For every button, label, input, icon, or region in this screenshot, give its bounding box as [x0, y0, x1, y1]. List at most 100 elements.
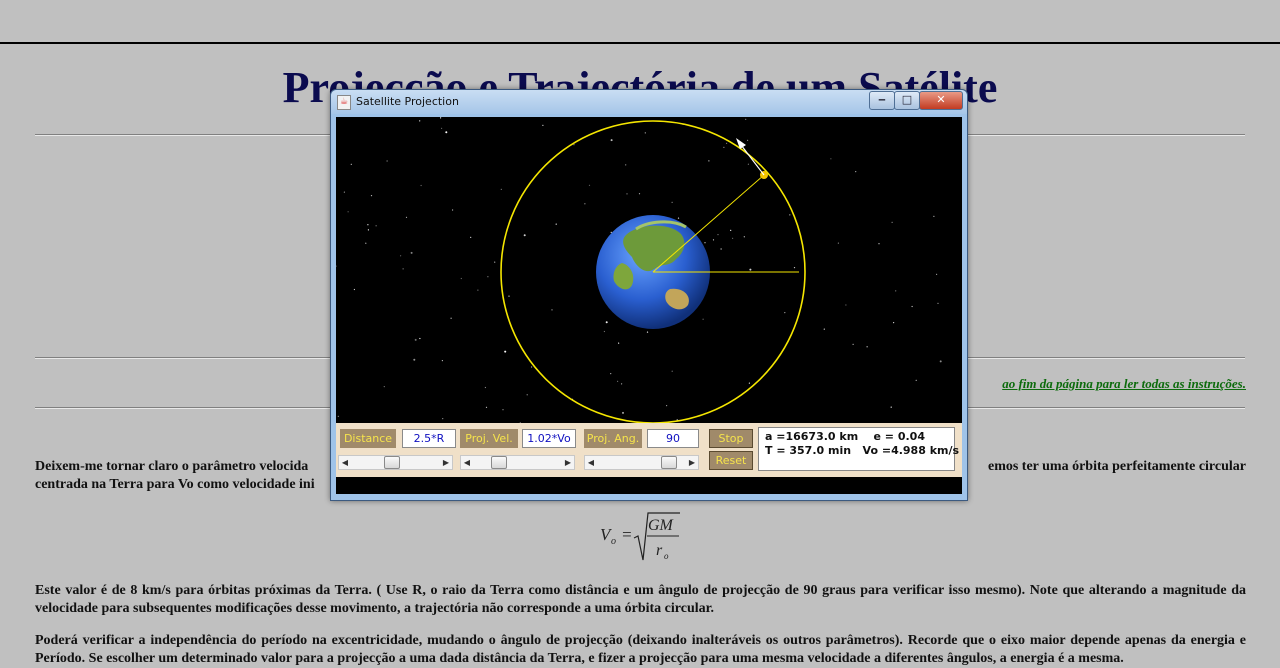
top-rule [0, 42, 1280, 44]
minimize-button[interactable]: ‒ [869, 91, 895, 110]
velocity-slider-thumb[interactable] [491, 456, 508, 469]
star [551, 309, 553, 311]
star [405, 216, 408, 218]
maximize-icon: □ [901, 93, 913, 106]
star [584, 203, 586, 205]
star [891, 221, 893, 223]
star [939, 360, 942, 363]
star [470, 236, 472, 238]
angle-slider-thumb[interactable] [661, 456, 678, 469]
angle-value[interactable]: 90 [647, 429, 699, 448]
orbit-info-box: a =16673.0 km e = 0.04 T = 357.0 min Vo … [758, 427, 960, 471]
star [445, 131, 448, 134]
star [745, 118, 747, 120]
star [890, 406, 892, 408]
maximize-button[interactable]: □ [894, 91, 920, 110]
star [677, 217, 680, 219]
star [617, 380, 619, 382]
star [878, 243, 880, 245]
star [419, 337, 421, 340]
star [622, 411, 624, 414]
star [855, 171, 857, 173]
star [644, 132, 646, 134]
star [621, 383, 623, 385]
simulation-canvas[interactable] [336, 117, 962, 423]
reset-button[interactable]: Reset [709, 451, 753, 470]
star [414, 338, 417, 341]
star [743, 236, 745, 238]
instructions-link[interactable]: ao fim da página para ler todas as instr… [1002, 376, 1246, 392]
star [526, 394, 528, 396]
star [413, 358, 416, 361]
formula-lhs-sub: o [611, 536, 616, 547]
scroll-left-icon[interactable]: ◀ [585, 456, 597, 469]
star [937, 302, 939, 304]
star [789, 214, 791, 216]
distance-value[interactable]: 2.5*R [402, 429, 456, 448]
star [911, 305, 913, 308]
scroll-right-icon[interactable]: ▶ [562, 456, 574, 469]
star [702, 318, 704, 320]
star [383, 386, 385, 388]
star [605, 321, 608, 324]
paragraph-intro-left: Deixem-me tornar claro o parâmetro veloc… [35, 459, 309, 474]
star [704, 242, 706, 244]
star [441, 127, 443, 129]
star [419, 120, 421, 122]
star [502, 409, 504, 411]
orbit-info-line2: T = 357.0 min Vo =4.988 km/s [765, 444, 960, 457]
star [504, 350, 507, 353]
angle-slider[interactable]: ◀ ▶ [584, 455, 699, 470]
scroll-right-icon[interactable]: ▶ [440, 456, 452, 469]
star [450, 317, 452, 319]
star [610, 373, 612, 375]
window-title: Satellite Projection [356, 95, 459, 108]
formula-equals: = [621, 525, 632, 544]
star [625, 164, 627, 166]
formula-den-sub: o [664, 551, 669, 561]
velocity-label: Proj. Vel. [460, 429, 518, 448]
star [337, 415, 339, 417]
star [523, 234, 526, 237]
star [747, 163, 749, 165]
star [626, 193, 628, 195]
star [866, 346, 868, 348]
scroll-left-icon[interactable]: ◀ [339, 456, 351, 469]
scroll-left-icon[interactable]: ◀ [461, 456, 473, 469]
star [442, 418, 444, 420]
star [732, 237, 734, 239]
star [410, 251, 413, 254]
velocity-slider[interactable]: ◀ ▶ [460, 455, 575, 470]
star [723, 146, 725, 148]
star [531, 366, 533, 368]
star [823, 328, 825, 330]
velocity-formula: V o = GM r o [598, 508, 688, 569]
star [350, 163, 352, 165]
star [441, 360, 443, 362]
star [638, 193, 641, 195]
close-icon: ✕ [936, 93, 946, 106]
star [420, 184, 422, 187]
star [353, 288, 355, 291]
distance-slider[interactable]: ◀ ▶ [338, 455, 453, 470]
scroll-right-icon[interactable]: ▶ [686, 456, 698, 469]
close-button[interactable]: ✕ [919, 91, 963, 110]
star [542, 124, 544, 126]
star [933, 215, 935, 217]
star [400, 255, 402, 257]
star [370, 195, 373, 197]
formula-denominator: r [656, 542, 663, 559]
star [500, 188, 502, 190]
star [666, 405, 668, 407]
satellite-window: ☕ Satellite Projection ‒ □ ✕ Distance 2.… [330, 89, 968, 501]
stop-button[interactable]: Stop [709, 429, 753, 448]
star [367, 229, 369, 231]
star [386, 160, 388, 162]
distance-slider-thumb[interactable] [383, 456, 400, 469]
star [603, 330, 605, 333]
velocity-value[interactable]: 1.02*Vo [522, 429, 576, 448]
star [484, 386, 486, 389]
star [610, 139, 613, 142]
window-titlebar[interactable]: ☕ Satellite Projection ‒ □ ✕ [331, 90, 967, 114]
window-bottom-strip [336, 477, 962, 494]
